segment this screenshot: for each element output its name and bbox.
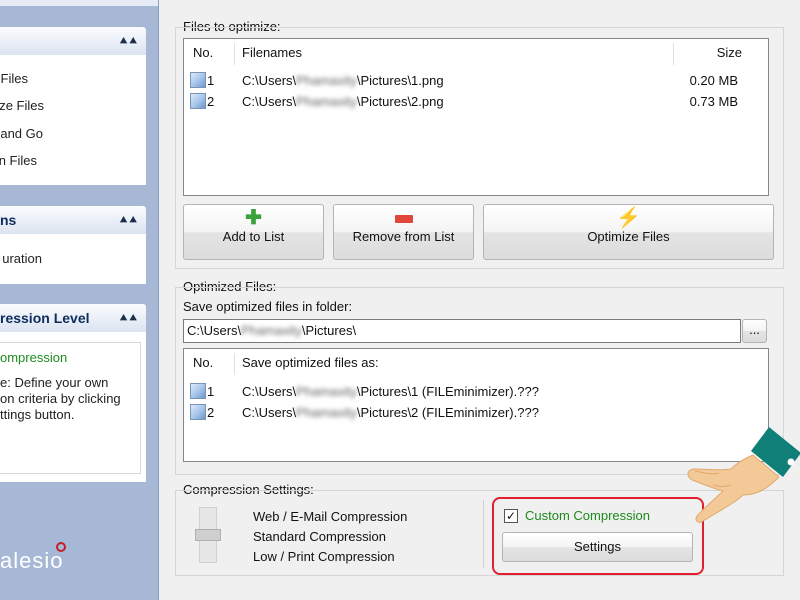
- add-to-list-button[interactable]: ✚ Add to List: [183, 204, 324, 260]
- sidebar-item-label: n Files: [0, 153, 37, 168]
- path-prefix: C:\Users\: [242, 73, 297, 88]
- button-label: Add to List: [222, 229, 285, 244]
- button-label: Optimize Files: [587, 229, 670, 244]
- file-path: C:\Users\Phamaxity\Pictures\1.png: [242, 70, 444, 91]
- row-number: 2: [207, 405, 215, 420]
- output-folder-field[interactable]: C:\Users\Phamaxity\Pictures\: [183, 319, 741, 343]
- file-path: C:\Users\Phamaxity\Pictures\2.png: [242, 91, 444, 112]
- path-redacted: Phamaxity: [241, 323, 302, 338]
- sidebar-item-label: ze Files: [0, 98, 44, 113]
- plus-icon: ✚: [245, 207, 262, 229]
- double-chevron-up-icon[interactable]: ⯅⯅: [119, 304, 138, 332]
- compression-level-desc-3: ttings button.: [0, 407, 75, 422]
- path-suffix: \Pictures\1 (FILEminimizer).???: [356, 384, 539, 399]
- sidebar-top-strip: [0, 0, 158, 6]
- custom-compression-checkbox[interactable]: ✓: [504, 509, 518, 523]
- sidebar-section-title: ression Level: [0, 310, 90, 326]
- output-path: C:\Users\Phamaxity\Pictures\1 (FILEminim…: [242, 381, 539, 402]
- double-chevron-up-icon[interactable]: ⯅⯅: [119, 206, 138, 234]
- path-redacted: Phamaxity: [296, 384, 357, 399]
- path-prefix: C:\Users\: [242, 384, 297, 399]
- sidebar-section-header-2[interactable]: ns ⯅⯅: [0, 206, 146, 234]
- minus-icon: [334, 207, 473, 229]
- logo-text: alesio: [0, 548, 64, 573]
- path-redacted: Phamaxity: [296, 94, 357, 109]
- output-row[interactable]: 2 C:\Users\Phamaxity\Pictures\2 (FILEmin…: [190, 402, 768, 423]
- path-suffix: \Pictures\2 (FILEminimizer).???: [356, 405, 539, 420]
- column-header-no[interactable]: No.: [193, 39, 213, 67]
- column-separator[interactable]: [673, 43, 674, 65]
- sidebar-section-body-1: Files ze Files and Go n Files: [0, 55, 146, 185]
- compression-level-low[interactable]: Low / Print Compression: [253, 549, 395, 564]
- compression-level-box: ompression e: Define your own on criteri…: [0, 342, 141, 474]
- sidebar-section-title: ns: [0, 212, 17, 228]
- column-header-size[interactable]: Size: [717, 39, 742, 67]
- output-row[interactable]: 1 C:\Users\Phamaxity\Pictures\1 (FILEmin…: [190, 381, 768, 402]
- file-size: 0.20 MB: [689, 73, 738, 88]
- path-prefix: C:\Users\: [242, 94, 297, 109]
- sidebar-section-header-3[interactable]: ression Level ⯅⯅: [0, 304, 146, 332]
- sidebar: ⯅⯅ Files ze Files and Go n Files ns ⯅⯅ u…: [0, 0, 158, 600]
- file-row[interactable]: 1 C:\Users\Phamaxity\Pictures\1.png 0.20…: [190, 70, 768, 91]
- path-redacted: Phamaxity: [296, 405, 357, 420]
- lightning-icon: ⚡: [616, 207, 641, 229]
- path-prefix: C:\Users\: [187, 323, 242, 338]
- divider: [483, 500, 484, 568]
- balesio-logo: alesio: [0, 542, 100, 578]
- sidebar-section-body-2: uration: [0, 234, 146, 284]
- pointing-hand-icon: [687, 427, 800, 523]
- path-prefix: C:\Users\: [242, 405, 297, 420]
- button-label: Remove from List: [352, 229, 455, 244]
- compression-level-selected[interactable]: ompression: [0, 350, 67, 365]
- sidebar-item-label: and Go: [0, 126, 43, 141]
- main-panel: Files to optimize: No. Filenames Size 1 …: [158, 0, 800, 600]
- row-number: 1: [207, 73, 215, 88]
- double-chevron-up-icon[interactable]: ⯅⯅: [119, 27, 138, 55]
- column-separator[interactable]: [234, 43, 235, 65]
- image-file-icon: [190, 93, 206, 109]
- file-row[interactable]: 2 C:\Users\Phamaxity\Pictures\2.png 0.73…: [190, 91, 768, 112]
- files-list[interactable]: No. Filenames Size 1 C:\Users\Phamaxity\…: [183, 38, 769, 196]
- path-suffix: \Pictures\1.png: [356, 73, 444, 88]
- optimize-files-button[interactable]: ⚡ Optimize Files: [483, 204, 774, 260]
- path-suffix: \Pictures\: [301, 323, 357, 338]
- row-number: 1: [207, 384, 215, 399]
- output-path: C:\Users\Phamaxity\Pictures\2 (FILEminim…: [242, 402, 539, 423]
- column-header-no[interactable]: No.: [193, 349, 213, 377]
- sidebar-item-label: Files: [0, 71, 28, 86]
- sidebar-item-label: uration: [2, 251, 42, 266]
- settings-button[interactable]: Settings: [502, 532, 693, 562]
- compression-slider-thumb[interactable]: [195, 529, 221, 541]
- column-separator[interactable]: [234, 353, 235, 375]
- save-folder-label: Save optimized files in folder:: [183, 299, 353, 314]
- sidebar-section-body-3: ompression e: Define your own on criteri…: [0, 332, 146, 482]
- compression-level-desc-1: e: Define your own: [0, 375, 109, 390]
- logo-mark-icon: [56, 542, 66, 552]
- column-header-save-as[interactable]: Save optimized files as:: [242, 349, 379, 377]
- compression-level-web[interactable]: Web / E-Mail Compression: [253, 509, 407, 524]
- path-suffix: \Pictures\2.png: [356, 94, 444, 109]
- image-file-icon: [190, 383, 206, 399]
- image-file-icon: [190, 404, 206, 420]
- image-file-icon: [190, 72, 206, 88]
- path-redacted: Phamaxity: [296, 73, 357, 88]
- browse-folder-button[interactable]: ...: [742, 319, 767, 343]
- remove-from-list-button[interactable]: Remove from List: [333, 204, 474, 260]
- compression-level-desc-2: on criteria by clicking: [0, 391, 121, 406]
- custom-compression-label[interactable]: Custom Compression: [525, 508, 650, 523]
- file-size: 0.73 MB: [689, 94, 738, 109]
- row-number: 2: [207, 94, 215, 109]
- sidebar-section-header-1[interactable]: ⯅⯅: [0, 27, 146, 55]
- compression-level-standard[interactable]: Standard Compression: [253, 529, 386, 544]
- column-header-filenames[interactable]: Filenames: [242, 39, 302, 67]
